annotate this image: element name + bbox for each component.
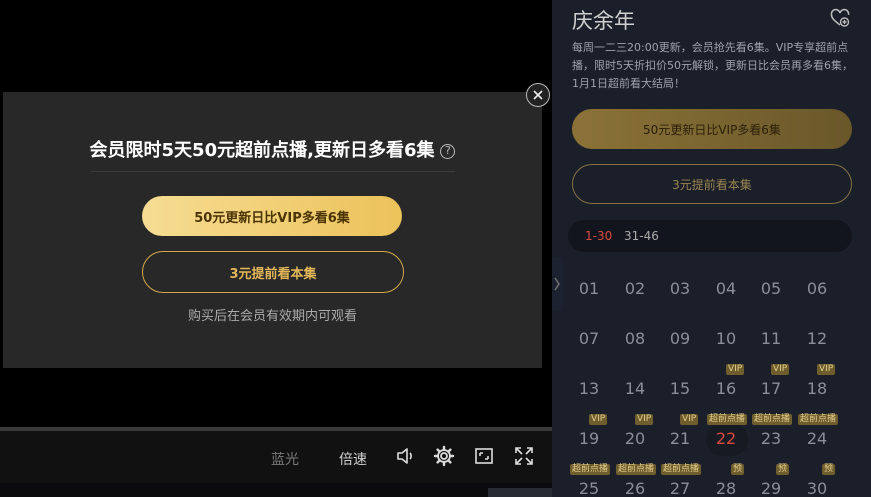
episode-badge: VIP: [680, 414, 699, 425]
episode-number: 07: [578, 329, 600, 348]
help-icon[interactable]: ?: [440, 144, 456, 159]
episode-number: 08: [624, 329, 646, 348]
episode-number: 17: [760, 379, 782, 398]
episode-item[interactable]: 08: [615, 329, 655, 348]
episode-number: 23: [760, 429, 782, 448]
close-icon[interactable]: [526, 83, 550, 107]
panel-toggle-handle[interactable]: [552, 258, 563, 310]
episode-badge: VIP: [589, 414, 608, 425]
episode-number: 14: [624, 379, 646, 398]
episode-number: 18: [806, 379, 828, 398]
purchase-modal: 会员限时5天50元超前点播,更新日多看6集? 50元更新日比VIP多看6集 3元…: [3, 92, 542, 368]
episode-badge: 超前点播: [616, 464, 657, 475]
quality-button[interactable]: 蓝光: [271, 449, 299, 469]
episode-item[interactable]: 20: [615, 429, 655, 448]
modal-single-episode-button[interactable]: 3元提前看本集: [142, 251, 404, 293]
episode-badge: VIP: [817, 364, 836, 375]
episode-item[interactable]: 30: [797, 479, 837, 497]
episode-item[interactable]: 23: [751, 429, 791, 448]
episode-number: 19: [578, 429, 600, 448]
player-controls: 蓝光 倍速: [0, 431, 552, 483]
episode-number: 03: [669, 279, 691, 298]
modal-note: 购买后在会员有效期内可观看: [187, 309, 357, 324]
modal-divider: [91, 171, 455, 172]
episode-number: 12: [806, 329, 828, 348]
episode-badge: 预: [776, 464, 790, 475]
episode-number: 27: [669, 479, 691, 497]
episode-number: 01: [578, 279, 600, 298]
bottom-strip: [0, 483, 552, 497]
episode-number: 02: [624, 279, 646, 298]
episode-number: 15: [669, 379, 691, 398]
episode-number: 29: [760, 479, 782, 497]
episode-number: 21: [669, 429, 691, 448]
episode-item[interactable]: 17: [751, 379, 791, 398]
episode-item[interactable]: 25: [569, 479, 609, 497]
episode-item[interactable]: 07: [569, 329, 609, 348]
episode-item[interactable]: 01: [569, 279, 609, 298]
episode-number: 13: [578, 379, 600, 398]
episode-badge: 超前点播: [752, 414, 793, 425]
episode-number: 16: [715, 379, 737, 398]
episode-number: 09: [669, 329, 691, 348]
episode-number: 25: [578, 479, 600, 497]
episode-item[interactable]: 04: [706, 279, 746, 298]
episode-item[interactable]: 27: [660, 479, 700, 497]
episode-item[interactable]: 18: [797, 379, 837, 398]
episode-number: 30: [806, 479, 828, 497]
episode-number: 05: [760, 279, 782, 298]
episode-item[interactable]: 24: [797, 429, 837, 448]
episode-badge: 超前点播: [798, 414, 839, 425]
episode-badge: VIP: [635, 414, 654, 425]
episode-item[interactable]: 14: [615, 379, 655, 398]
gear-icon[interactable]: [433, 445, 455, 467]
modal-title: 会员限时5天50元超前点播,更新日多看6集?: [3, 136, 542, 162]
episode-number: 10: [715, 329, 737, 348]
episode-number: 04: [715, 279, 737, 298]
episode-number: 06: [806, 279, 828, 298]
episode-item[interactable]: 06: [797, 279, 837, 298]
episode-item[interactable]: 11: [751, 329, 791, 348]
volume-icon[interactable]: [395, 445, 417, 467]
chevron-right-icon: [554, 277, 560, 291]
episode-item[interactable]: 21: [660, 429, 700, 448]
episode-badge: 预: [731, 464, 745, 475]
episode-item[interactable]: 15: [660, 379, 700, 398]
episode-number: 24: [806, 429, 828, 448]
episode-item[interactable]: 19: [569, 429, 609, 448]
episode-item[interactable]: 03: [660, 279, 700, 298]
episode-item[interactable]: 05: [751, 279, 791, 298]
episode-item[interactable]: 26: [615, 479, 655, 497]
episode-badge: 超前点播: [707, 414, 748, 425]
episode-badge: 超前点播: [661, 464, 702, 475]
episode-number: 11: [760, 329, 782, 348]
episode-badge: 超前点播: [570, 464, 611, 475]
episode-badge: VIP: [726, 364, 745, 375]
fullscreen-icon[interactable]: [513, 445, 535, 467]
modal-vip-button[interactable]: 50元更新日比VIP多看6集: [142, 196, 402, 236]
episode-number: 28: [715, 479, 737, 497]
episode-item[interactable]: 22: [706, 423, 748, 456]
episode-badge: VIP: [771, 364, 790, 375]
episode-number: 20: [624, 429, 646, 448]
episode-grid: 01 02 03 04 05 06 07 08 09 10 11 12 13 14 15 16 VIP 17 VIP…: [552, 0, 871, 497]
episode-item[interactable]: 10: [706, 329, 746, 348]
episode-panel: 庆余年 每周一二三20:00更新，会员抢先看6集。VIP专享超前点播，限时5天折…: [552, 0, 871, 497]
episode-item[interactable]: 16: [706, 379, 746, 398]
episode-item[interactable]: 02: [615, 279, 655, 298]
speed-button[interactable]: 倍速: [339, 449, 367, 469]
episode-item[interactable]: 28: [706, 479, 746, 497]
episode-item[interactable]: 09: [660, 329, 700, 348]
episode-item[interactable]: 29: [751, 479, 791, 497]
window-fullscreen-icon[interactable]: [473, 445, 495, 467]
episode-number: 22: [715, 429, 737, 448]
episode-item[interactable]: 13: [569, 379, 609, 398]
episode-badge: 预: [822, 464, 836, 475]
episode-item[interactable]: 12: [797, 329, 837, 348]
episode-number: 26: [624, 479, 646, 497]
